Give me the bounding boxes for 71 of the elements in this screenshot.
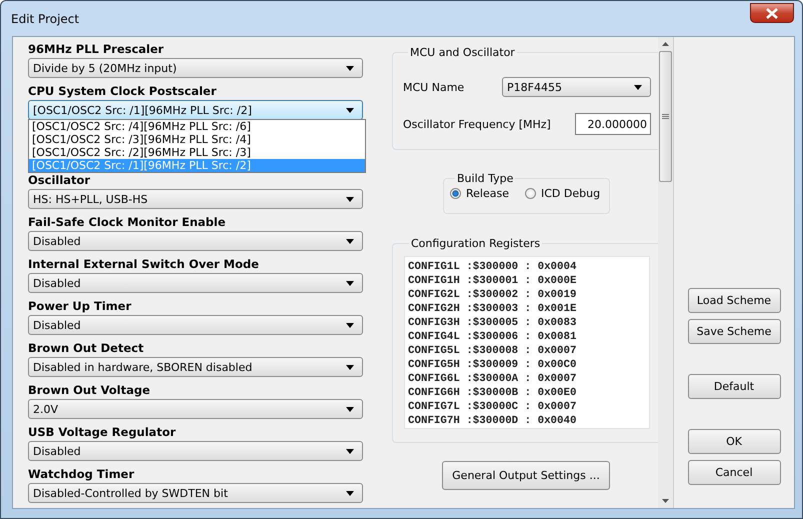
setting-dropdown[interactable]: Disabled [28, 231, 363, 251]
caret-icon [346, 364, 354, 370]
dialog-button[interactable]: OK [688, 429, 780, 454]
register-line: CONFIG2L :$300002 : 0x0019 [408, 288, 578, 302]
setting-label: 96MHz PLL Prescaler [28, 41, 165, 58]
general-output-settings-button[interactable]: General Output Settings ... [442, 461, 610, 490]
window-title: Edit Project [11, 12, 80, 26]
setting-dropdown[interactable]: Disabled [28, 315, 363, 335]
setting-dropdown[interactable]: [OSC1/OSC2 Src: /1][96MHz PLL Src: /2] [28, 100, 363, 120]
register-line: CONFIG3H :$300005 : 0x0083 [408, 316, 578, 330]
setting-label: Power Up Timer [28, 298, 132, 315]
setting-label: USB Voltage Regulator [28, 424, 177, 441]
grip-icon [662, 114, 669, 119]
setting-dropdown[interactable]: Disabled [28, 441, 363, 461]
register-line: CONFIG6H :$30000B : 0x00E0 [408, 386, 578, 400]
setting-label: Watchdog Timer [28, 466, 136, 483]
dialog-button[interactable]: Cancel [688, 460, 780, 485]
register-line: CONFIG6L :$30000A : 0x0007 [408, 372, 578, 386]
caret-icon [346, 66, 354, 70]
setting-dropdown[interactable]: 2.0V [28, 399, 363, 419]
frequency-field[interactable]: 20.000000 [575, 113, 651, 135]
frequency-label: Oscillator Frequency [MHz] [403, 118, 551, 130]
group-title: MCU and Oscillator [409, 46, 516, 59]
caret-icon [346, 108, 354, 112]
register-line: CONFIG2H :$300003 : 0x001E [408, 302, 578, 316]
dialog-button[interactable]: Load Scheme [688, 288, 780, 313]
mcu-name-dropdown[interactable]: P18F4455 [502, 77, 651, 97]
setting-label: Oscillator [28, 172, 92, 189]
close-button[interactable] [750, 3, 794, 23]
caret-icon [634, 84, 642, 90]
group-title: Build Type [456, 172, 514, 185]
register-line: CONFIG1L :$300000 : 0x0004 [408, 260, 578, 274]
caret-icon [346, 490, 354, 496]
close-icon [765, 8, 779, 18]
scroll-thumb[interactable] [659, 51, 672, 182]
radio-label[interactable]: ICD Debug [540, 187, 600, 200]
caret-icon [346, 196, 354, 202]
caret-icon [346, 406, 354, 412]
caret-icon [346, 238, 354, 244]
caret-icon [346, 448, 354, 454]
register-line: CONFIG7H :$30000D : 0x0040 [408, 414, 578, 428]
setting-label: Brown Out Detect [28, 340, 145, 357]
radio-label[interactable]: Release [466, 187, 509, 200]
radio-button[interactable] [524, 188, 536, 199]
register-line: CONFIG7L :$30000C : 0x0007 [408, 400, 578, 414]
radio-button[interactable] [450, 188, 461, 199]
setting-dropdown[interactable]: Disabled-Controlled by SWDTEN bit [28, 483, 363, 503]
register-line: CONFIG5L :$300008 : 0x0007 [408, 344, 578, 358]
dialog-button[interactable]: Save Scheme [688, 319, 780, 344]
caret-icon [346, 280, 354, 286]
dialog-button[interactable]: Default [688, 374, 780, 399]
dropdown-option[interactable]: [OSC1/OSC2 Src: /3][96MHz PLL Src: /4] [29, 133, 365, 146]
scrollbar[interactable] [658, 37, 673, 508]
mcu-name-label: MCU Name [403, 80, 464, 94]
setting-label: Brown Out Voltage [28, 382, 152, 399]
dropdown-option[interactable]: [OSC1/OSC2 Src: /2][96MHz PLL Src: /3] [29, 146, 365, 159]
scroll-down-icon[interactable] [662, 499, 669, 503]
setting-dropdown[interactable]: Disabled [28, 273, 363, 293]
setting-dropdown[interactable]: Disabled in hardware, SBOREN disabled [28, 357, 363, 377]
setting-dropdown[interactable]: HS: HS+PLL, USB-HS [28, 189, 363, 209]
register-line: CONFIG5H :$300009 : 0x00C0 [408, 358, 578, 372]
setting-label: Internal External Switch Over Mode [28, 256, 260, 273]
caret-icon [346, 322, 354, 328]
register-line: CONFIG4L :$300006 : 0x0081 [408, 330, 578, 344]
setting-dropdown[interactable]: Divide by 5 (20MHz input) [28, 58, 363, 78]
dropdown-option[interactable]: [OSC1/OSC2 Src: /4][96MHz PLL Src: /6] [29, 120, 365, 133]
setting-label: Fail-Safe Clock Monitor Enable [28, 214, 227, 231]
scroll-up-icon[interactable] [662, 42, 669, 46]
setting-label: CPU System Clock Postscaler [28, 83, 218, 100]
group-title: Configuration Registers [410, 237, 542, 250]
register-line: CONFIG1H :$300001 : 0x000E [408, 274, 578, 288]
